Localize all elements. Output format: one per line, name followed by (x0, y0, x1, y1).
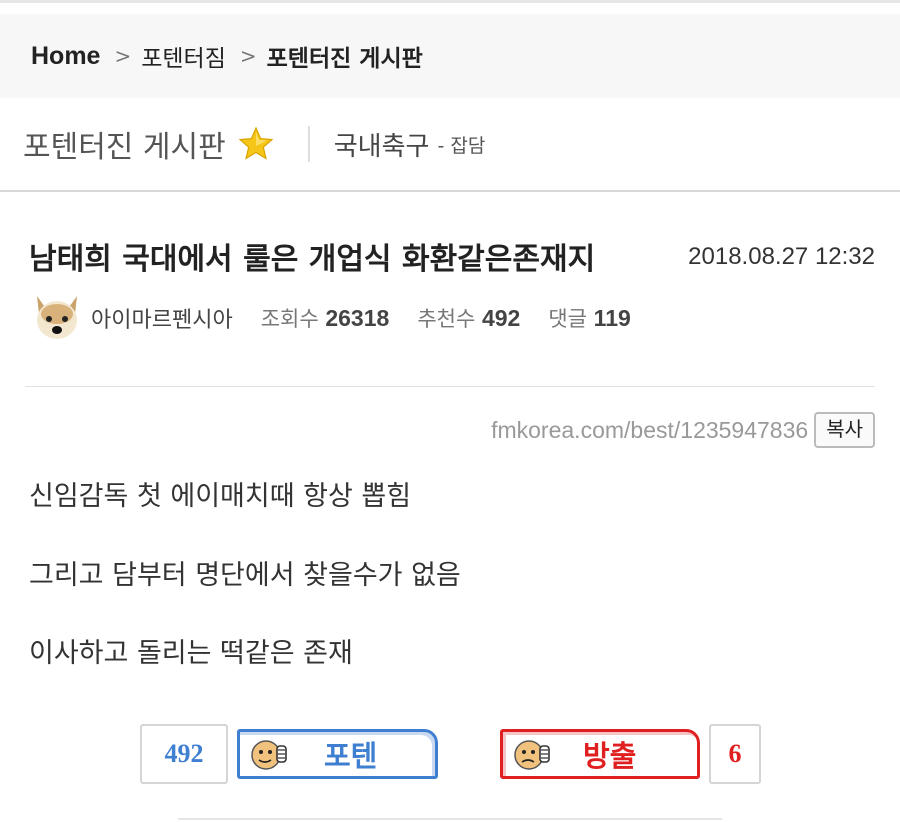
recommends: 추천수 492 (417, 303, 520, 333)
recommends-count: 492 (481, 305, 521, 331)
dog-avatar[interactable] (31, 292, 83, 344)
breadcrumb: Home > 포텐터짐 > 포텐터진 게시판 (0, 14, 900, 98)
breadcrumb-current[interactable]: 포텐터진 게시판 (267, 39, 423, 73)
copy-url-button[interactable]: 복사 (814, 412, 875, 448)
up-vote-button[interactable]: 포텐 (237, 729, 438, 779)
post-url[interactable]: fmkorea.com/best/1235947836 (491, 417, 808, 444)
bottom-divider (178, 818, 722, 820)
header-divider (307, 126, 310, 162)
views-count: 26318 (325, 305, 390, 331)
divider (25, 386, 875, 387)
views: 조회수 26318 (261, 303, 390, 333)
star-icon[interactable] (238, 126, 274, 162)
breadcrumb-home[interactable]: Home (31, 42, 100, 71)
body-line: 그리고 담부터 명단에서 찾을수가 없음 (29, 560, 461, 591)
chevron-right-icon: > (239, 44, 257, 68)
down-vote-label: 방출 (583, 739, 637, 773)
chevron-right-icon: > (114, 44, 132, 68)
board-category[interactable]: 국내축구 (334, 126, 430, 163)
down-vote-count: 6 (709, 724, 761, 784)
top-border (0, 0, 900, 3)
post-title: 남태희 국대에서 룰은 개업식 화환같은존재지 (29, 242, 596, 277)
breadcrumb-section[interactable]: 포텐터짐 (141, 39, 226, 73)
down-vote-button[interactable]: 방출 (500, 729, 700, 779)
post-date: 2018.08.27 12:32 (688, 243, 875, 270)
thumbs-up-face-icon (251, 740, 287, 770)
views-label: 조회수 (260, 307, 319, 331)
board-header: 포텐터진 게시판 국내축구 - 잡담 (0, 98, 900, 192)
up-vote-label: 포텐 (324, 739, 378, 773)
author-name[interactable]: 아이마르펜시아 (91, 302, 233, 334)
comments-label: 댓글 (548, 307, 587, 331)
thumbs-down-face-icon (514, 740, 550, 770)
up-vote-count: 492 (140, 724, 228, 784)
body-line: 신임감독 첫 에이매치때 항상 뽑힘 (29, 481, 412, 512)
recommends-label: 추천수 (417, 307, 476, 331)
comments-count: 119 (593, 305, 631, 331)
post-url-row: fmkorea.com/best/1235947836 복사 (491, 412, 875, 448)
body-line: 이사하고 돌리는 떡같은 존재 (29, 638, 353, 669)
post-meta: 아이마르펜시아 조회수 26318 추천수 492 댓글 119 (31, 292, 659, 344)
board-subcategory[interactable]: - 잡담 (437, 131, 485, 158)
comments[interactable]: 댓글 119 (548, 303, 630, 333)
board-title[interactable]: 포텐터진 게시판 (23, 122, 226, 166)
